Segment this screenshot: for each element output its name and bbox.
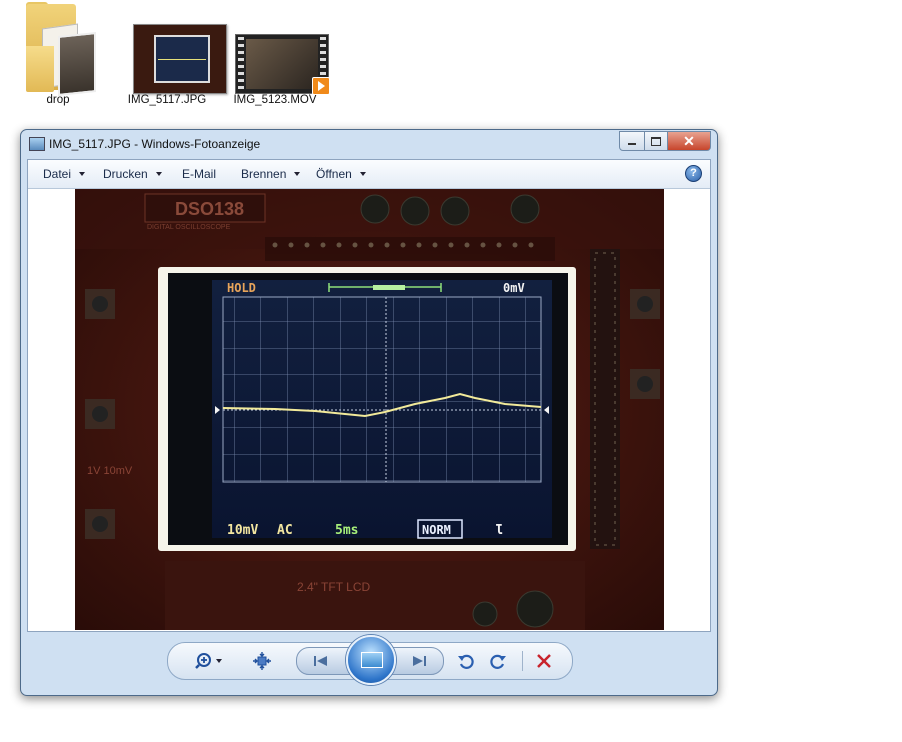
board-label: DSO138 <box>175 199 244 219</box>
image-thumbnail-icon <box>115 2 227 94</box>
window-title: IMG_5117.JPG - Windows-Fotoanzeige <box>49 137 261 151</box>
menu-bar: Datei Drucken E-Mail Brennen Öffnen ? <box>28 160 710 189</box>
pin-header-top <box>265 237 555 261</box>
desktop-icon-img-5123[interactable]: IMG_5123.MOV <box>223 2 330 106</box>
maximize-button[interactable] <box>645 131 668 151</box>
menu-email[interactable]: E-Mail <box>182 167 216 181</box>
close-button[interactable]: ✕ <box>668 131 711 151</box>
caption-buttons: ✕ <box>619 131 711 151</box>
menu-datei[interactable]: Datei <box>43 167 86 181</box>
chevron-down-icon <box>155 172 162 176</box>
chevron-down-icon <box>79 172 86 176</box>
minimize-button[interactable] <box>619 131 645 151</box>
scope-trigger-slope: Ɩ <box>495 523 503 538</box>
scope-time-div: 5ms <box>335 523 358 538</box>
play-badge-icon <box>312 77 330 95</box>
menu-drucken[interactable]: Drucken <box>103 167 162 181</box>
scope-trigger-mode: NORM <box>422 523 451 537</box>
pin-header-right <box>590 249 620 549</box>
toolbar-separator <box>522 651 523 671</box>
photo-area: DSO138 DIGITAL OSCILLOSCOPE 1V 10mV HOLD… <box>28 189 710 631</box>
next-button[interactable] <box>390 647 444 675</box>
next-icon <box>413 656 426 666</box>
board-subtitle: DIGITAL OSCILLOSCOPE <box>147 224 231 231</box>
rotate-left-button[interactable] <box>456 651 476 671</box>
close-icon: ✕ <box>683 132 695 149</box>
zoom-button[interactable] <box>194 651 226 671</box>
pcb-silkscreen-1: 1V 10mV <box>87 465 133 477</box>
delete-icon <box>537 654 551 668</box>
previous-button[interactable] <box>296 647 350 675</box>
fit-window-icon <box>253 652 271 670</box>
chevron-down-icon <box>359 172 366 176</box>
pcb-silkscreen-0: 2.4" TFT LCD <box>297 580 371 594</box>
menu-label: Öffnen <box>316 167 352 181</box>
viewer-content: Datei Drucken E-Mail Brennen Öffnen ? DS… <box>27 159 711 632</box>
desktop-icon-label: IMG_5117.JPG <box>127 94 207 106</box>
scope-volts-div: 10mV <box>227 523 258 538</box>
menu-label: E-Mail <box>182 167 217 181</box>
folder-icon <box>6 2 110 96</box>
scope-coupling: AC <box>277 523 293 538</box>
photo-viewer-window: IMG_5117.JPG - Windows-Fotoanzeige ✕ Dat… <box>20 129 718 696</box>
slideshow-button[interactable] <box>346 635 396 685</box>
desktop-icon-img-5117[interactable]: IMG_5117.JPG <box>115 2 227 106</box>
menu-label: Drucken <box>103 167 148 181</box>
chevron-down-icon <box>294 172 301 176</box>
scope-grid <box>222 296 542 483</box>
slideshow-icon <box>361 652 383 668</box>
oscilloscope-photo: DSO138 DIGITAL OSCILLOSCOPE 1V 10mV HOLD… <box>75 189 664 630</box>
zoom-icon <box>195 653 222 669</box>
rotate-right-button[interactable] <box>488 651 508 671</box>
rotate-right-icon <box>490 654 506 669</box>
delete-button[interactable] <box>534 651 554 671</box>
help-icon[interactable]: ? <box>685 165 702 182</box>
desktop-icon-drop[interactable]: drop <box>6 2 110 106</box>
menu-oeffnen[interactable]: Öffnen <box>316 167 366 181</box>
photo-viewer-app-icon[interactable] <box>29 137 45 151</box>
title-bar[interactable]: IMG_5117.JPG - Windows-Fotoanzeige ✕ <box>21 130 717 159</box>
scope-hold-status: HOLD <box>227 281 256 295</box>
menu-brennen[interactable]: Brennen <box>241 167 301 181</box>
menu-label: Datei <box>43 167 72 181</box>
fit-window-button[interactable] <box>252 651 272 671</box>
video-thumbnail-icon <box>223 2 330 95</box>
scope-offset-readout: 0mV <box>503 281 525 295</box>
rotate-left-icon <box>458 654 474 669</box>
desktop-icon-label: IMG_5123.MOV <box>233 94 317 106</box>
previous-icon <box>314 656 327 666</box>
viewer-toolbar <box>167 635 573 685</box>
menu-label: Brennen <box>241 167 287 181</box>
